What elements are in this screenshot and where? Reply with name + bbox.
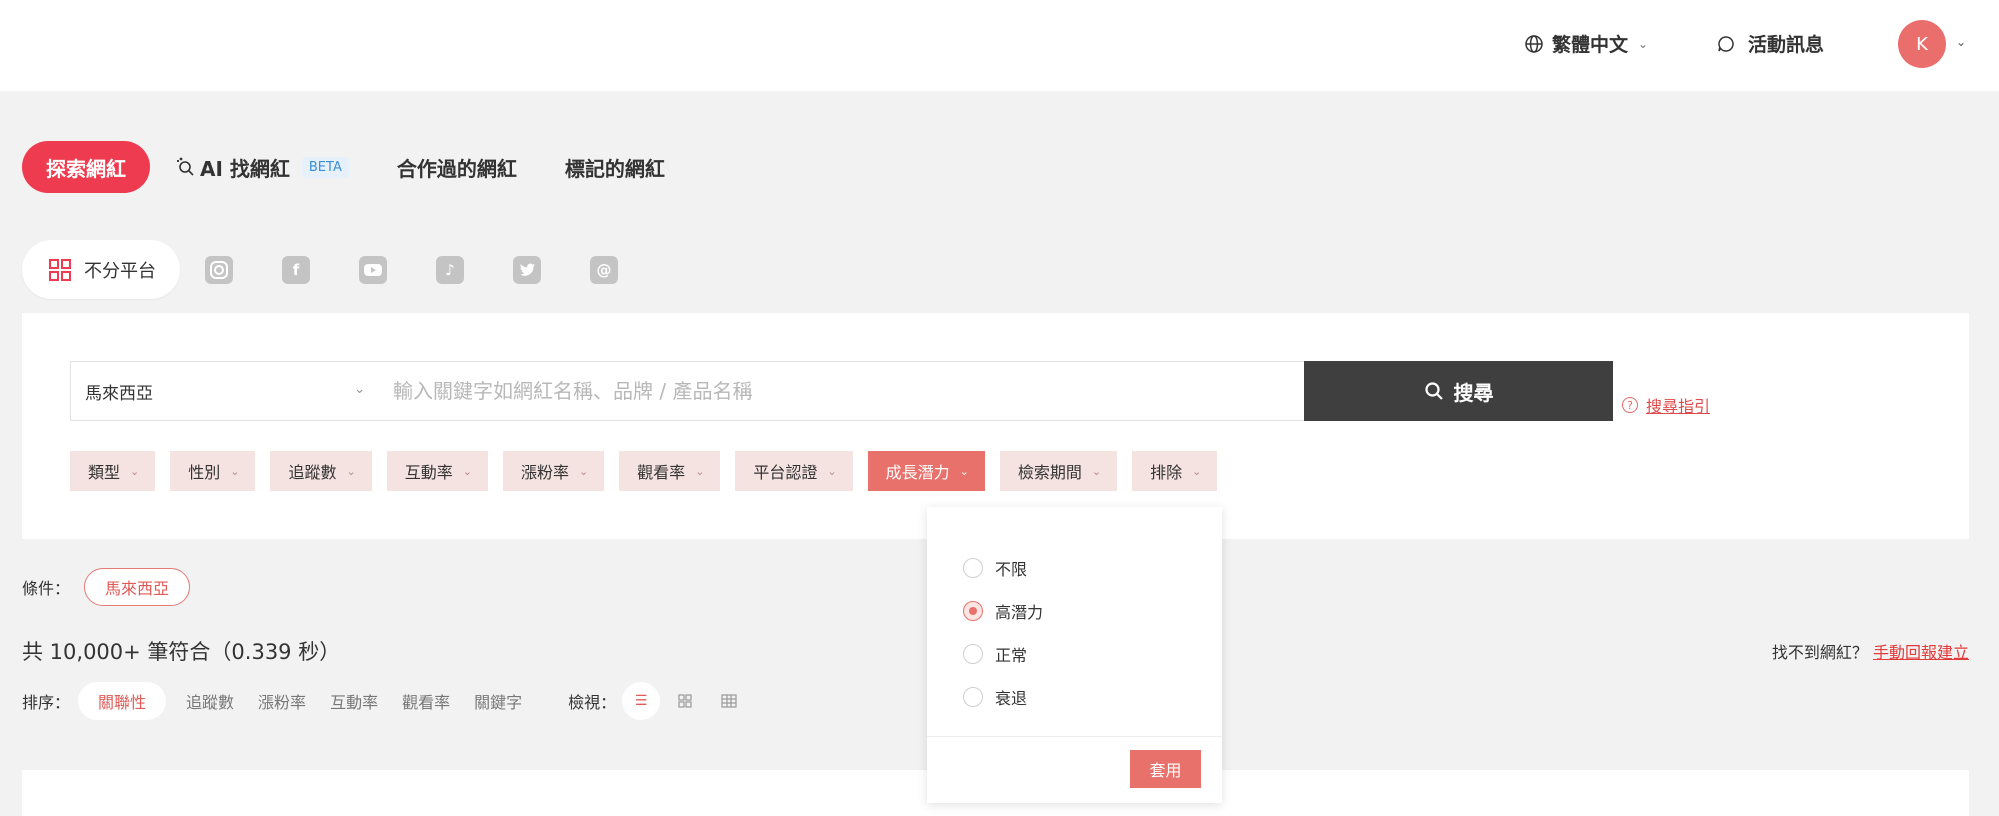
- sort-view-rate[interactable]: 觀看率: [402, 689, 450, 713]
- table-view-icon[interactable]: [710, 682, 748, 720]
- chevron-down-icon: ⌄: [130, 464, 140, 478]
- radio-button[interactable]: [963, 687, 983, 707]
- filter-growth-potential[interactable]: 成長潛力 ⌄: [867, 451, 985, 491]
- ai-search-icon: [177, 157, 194, 176]
- language-label: 繁體中文: [1552, 34, 1629, 56]
- filter-growth-rate[interactable]: 漲粉率 ⌄: [502, 451, 605, 491]
- search-card: 馬來西亞 ⌄ 搜尋 ? 搜尋指引 類型⌄ 性別⌄ 追蹤數⌄ 互動率⌄ 漲粉率⌄ …: [22, 313, 1969, 539]
- filter-bar: 類型 ⌄ 性別 ⌄ 追蹤數 ⌄ 互動率 ⌄ 漲粉率 ⌄ 觀看率 ⌄ 平台認證 ⌄ 成長潛力 ⌄ …: [70, 451, 1218, 491]
- chevron-down-icon: ⌄: [827, 464, 837, 478]
- chevron-down-icon: ⌄: [354, 382, 365, 397]
- main-tabs: 探索網紅 AI 找網紅 BETA 合作過的網紅 標記的網紅: [22, 141, 665, 193]
- platform-all-label: 不分平台: [84, 260, 156, 282]
- manual-report-link[interactable]: 手動回報建立: [1873, 643, 1969, 662]
- sort-growth-rate[interactable]: 漲粉率: [258, 689, 306, 713]
- sort-relevance[interactable]: 關聯性: [78, 682, 167, 720]
- apply-button[interactable]: 套用: [1130, 750, 1201, 788]
- instagram-icon[interactable]: [205, 255, 233, 284]
- filter-gender[interactable]: 性別 ⌄: [170, 451, 256, 491]
- chevron-down-icon: ⌄: [578, 464, 589, 478]
- radio-button[interactable]: [963, 558, 983, 578]
- results-count: 共 10,000+ 筆符合（0.339 秒）: [22, 640, 341, 664]
- filter-engagement[interactable]: 互動率 ⌄: [386, 451, 488, 491]
- chat-bubble-icon: [1718, 35, 1734, 52]
- chevron-down-icon: ⌄: [695, 464, 705, 478]
- facebook-icon[interactable]: f: [282, 255, 310, 284]
- filter-exclude[interactable]: 排除 ⌄: [1132, 451, 1218, 491]
- youtube-icon[interactable]: [359, 255, 387, 284]
- grid-icon: [49, 258, 71, 281]
- filter-followers[interactable]: 追蹤數 ⌄: [270, 451, 372, 491]
- country-value: 馬來西亞: [85, 383, 153, 404]
- search-guide-link[interactable]: ? 搜尋指引: [1622, 393, 1710, 417]
- question-icon: ?: [1622, 397, 1638, 413]
- chevron-down-icon: ⌄: [1091, 464, 1102, 478]
- not-found-label: 找不到網紅？: [1771, 643, 1868, 662]
- radio-button[interactable]: [963, 644, 983, 664]
- grid-view-icon[interactable]: [666, 682, 704, 720]
- search-button[interactable]: 搜尋: [1304, 361, 1613, 421]
- not-found-row: 找不到網紅？ 手動回報建立: [1772, 639, 1969, 663]
- events-link[interactable]: 活動訊息: [1716, 30, 1824, 57]
- language-selector[interactable]: 繁體中文 ⌄: [1524, 30, 1648, 57]
- tab-ai-find[interactable]: AI 找網紅 BETA: [174, 153, 349, 182]
- option-normal[interactable]: 正常: [963, 642, 1027, 666]
- option-decline[interactable]: 衰退: [963, 685, 1027, 709]
- condition-chip[interactable]: 馬來西亞: [84, 568, 191, 606]
- platform-all[interactable]: 不分平台: [22, 240, 180, 299]
- chevron-down-icon: ⌄: [1192, 464, 1202, 478]
- avatar[interactable]: K: [1898, 20, 1946, 68]
- top-bar: 繁體中文 ⌄ 活動訊息 K ⌄: [0, 0, 1999, 91]
- chevron-down-icon: ⌄: [959, 464, 969, 478]
- radio-button-checked[interactable]: [963, 601, 983, 621]
- twitter-icon[interactable]: [513, 255, 541, 284]
- view-label: 檢視：: [568, 693, 617, 712]
- sort-row: 排序： 關聯性 追蹤數 漲粉率 互動率 觀看率 關鍵字 檢視： ☰: [22, 682, 748, 720]
- filter-period[interactable]: 檢索期間 ⌄: [999, 451, 1118, 491]
- tab-marked[interactable]: 標記的網紅: [565, 153, 665, 182]
- search-guide-label: 搜尋指引: [1646, 397, 1711, 416]
- divider: [927, 736, 1222, 737]
- chevron-down-icon: ⌄: [230, 464, 240, 478]
- sort-followers[interactable]: 追蹤數: [186, 689, 234, 713]
- keyword-input[interactable]: [379, 361, 1307, 421]
- sort-engagement[interactable]: 互動率: [330, 689, 378, 713]
- option-unlimited[interactable]: 不限: [963, 556, 1027, 580]
- growth-potential-dropdown: 不限 高潛力 正常 衰退 套用: [927, 507, 1222, 803]
- beta-badge: BETA: [301, 156, 349, 178]
- conditions-label: 條件：: [22, 579, 71, 598]
- tiktok-icon[interactable]: ♪: [436, 255, 464, 284]
- country-select[interactable]: 馬來西亞 ⌄: [70, 361, 380, 421]
- conditions-row: 條件： 馬來西亞: [22, 568, 191, 606]
- filter-view-rate[interactable]: 觀看率 ⌄: [619, 451, 721, 491]
- chevron-down-icon[interactable]: ⌄: [1956, 35, 1966, 49]
- search-button-label: 搜尋: [1453, 380, 1494, 405]
- threads-icon[interactable]: @: [590, 255, 618, 284]
- option-high-potential[interactable]: 高潛力: [963, 599, 1043, 623]
- list-view-icon[interactable]: ☰: [622, 682, 661, 720]
- tab-explore[interactable]: 探索網紅: [22, 141, 150, 193]
- filter-verified[interactable]: 平台認證 ⌄: [735, 451, 853, 491]
- globe-icon: [1525, 34, 1543, 53]
- chevron-down-icon: ⌄: [1638, 36, 1649, 51]
- events-label: 活動訊息: [1748, 34, 1825, 56]
- chevron-down-icon: ⌄: [462, 464, 472, 478]
- sort-label: 排序：: [22, 693, 71, 712]
- tab-collaborated[interactable]: 合作過的網紅: [397, 153, 517, 182]
- sort-keyword[interactable]: 關鍵字: [474, 689, 522, 713]
- search-icon: [1424, 382, 1443, 400]
- tab-ai-label: AI 找網紅: [200, 156, 290, 181]
- chevron-down-icon: ⌄: [346, 464, 356, 478]
- filter-type[interactable]: 類型 ⌄: [70, 451, 156, 491]
- platform-selector: 不分平台 f ♪ @: [22, 240, 618, 299]
